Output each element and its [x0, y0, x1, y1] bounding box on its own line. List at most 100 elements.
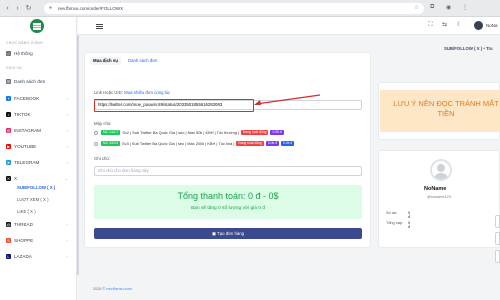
menu-dots-icon[interactable]: ⋮ [462, 4, 468, 11]
chevron-right-icon: › [66, 111, 68, 117]
address-bar[interactable]: ● nev.fbmxu.com/order/FOLLOWX [44, 3, 424, 14]
chevron-right-icon: › [66, 253, 68, 259]
chevron-right-icon: › [66, 127, 68, 133]
server-label: Máy chủ: [94, 121, 112, 126]
server-option-2[interactable]: MC 3/SV3 Sv3 | Sub Twitter Ba Quốc Gia |… [94, 140, 296, 147]
extensions-icon[interactable]: ⧉ [430, 4, 434, 11]
sidebar-item-label: X [14, 175, 18, 181]
back-icon[interactable]: ‹ [4, 5, 11, 12]
shopee-icon: S [6, 237, 11, 243]
sidebar-item-label: FACEBOOK [14, 95, 40, 101]
sidebar: CHỨC NĂNG CHÍNH ⌂ Hệ thống DỊCH VỤ ☰ Dan… [0, 17, 77, 300]
create-order-button[interactable]: ▣ Tạo đơn hàng [94, 228, 362, 239]
sidebar-item-label: TELEGRAM [14, 159, 40, 165]
instagram-icon: ◎ [6, 127, 11, 133]
sidebar-item-x[interactable]: X X ⌄ [6, 174, 72, 182]
footer: 2026 © nev.fbmxu.com [93, 287, 132, 291]
forward-icon[interactable]: › [14, 5, 21, 12]
browser-toolbar: ‹ › ↻ ● nev.fbmxu.com/order/FOLLOWX ☆ ⧉ … [0, 0, 500, 17]
link-label-text: Link Hoặc UID: [94, 90, 123, 95]
note-input[interactable]: Ghi chú cho đơn hàng này [94, 166, 362, 176]
sidebar-item-tiktok[interactable]: ♪ TIKTOK › [6, 110, 72, 118]
user-avatar[interactable] [474, 21, 483, 30]
cart-icon: ☰ [6, 78, 11, 84]
notice-text: LƯU Ý NÊN ĐỌC TRÁNH MẤT TIỀN [393, 99, 499, 118]
chevron-right-icon: › [66, 143, 68, 149]
facebook-icon: f [6, 95, 11, 101]
profile-name: NoName [424, 186, 447, 192]
status-badge: Đang hoạt động [241, 130, 269, 135]
sidebar-item-label: THREAD [14, 221, 33, 227]
tab-order-list[interactable]: Danh sách đơn [128, 57, 157, 65]
annotation-highlight-box [94, 99, 254, 112]
radio-button[interactable] [94, 141, 98, 146]
chevron-right-icon: › [66, 159, 68, 165]
sidebar-item-facebook[interactable]: f FACEBOOK › [6, 94, 72, 102]
bulk-order-link[interactable]: Mua nhiều đơn cùng lúc [124, 90, 170, 95]
threads-icon: @ [6, 221, 11, 227]
dark-mode-icon[interactable]: ☾ [456, 22, 463, 29]
reload-icon[interactable]: ↻ [25, 5, 32, 12]
sidebar-item-label: Danh sách đơn [14, 78, 46, 84]
sidebar-subitem-sub-follow[interactable]: SUB/FOLLOW ( X ) [17, 185, 55, 190]
annotation-arrow [254, 94, 321, 105]
menu-toggle-icon[interactable] [96, 24, 103, 25]
floating-side-tab[interactable] [495, 232, 500, 245]
sidebar-subitem-views[interactable]: LUỢT XEM ( X ) [17, 197, 49, 202]
stat-value: 0 đ [408, 211, 411, 219]
sidebar-subitem-like[interactable]: LIKE ( X ) [17, 209, 36, 214]
floating-side-tab[interactable] [495, 250, 500, 263]
chevron-right-icon: › [66, 221, 68, 227]
url-text: nev.fbmxu.com/order/FOLLOWX [58, 6, 124, 11]
profile-handle: @noname123 [427, 195, 451, 199]
profile-avatar [430, 159, 452, 181]
server-text: Sv2 | Sub Twitter Ba Quốc Gia | seo | Ma… [122, 130, 239, 135]
sidebar-item-thread[interactable]: @ THREAD › [6, 220, 72, 228]
note-label: Ghi chú: [94, 156, 111, 161]
chevron-down-icon: ⌄ [64, 175, 68, 181]
sidebar-item-system[interactable]: ⌂ Hệ thống [6, 49, 72, 57]
server-tag: MC 1/ACT [101, 130, 121, 135]
fullscreen-icon[interactable]: ⛶ [427, 22, 434, 29]
sidebar-section-services: DỊCH VỤ [6, 66, 22, 70]
floating-side-tab[interactable] [495, 215, 500, 228]
bookmark-star-icon[interactable]: ☆ [414, 4, 419, 11]
sidebar-item-label: Hệ thống [14, 50, 33, 56]
radio-button[interactable] [94, 130, 98, 135]
chevron-right-icon: › [66, 95, 68, 101]
price-badge: 0.05 đ [270, 130, 284, 135]
telegram-icon: ➤ [6, 159, 11, 165]
chevron-right-icon: › [66, 237, 68, 243]
sidebar-item-youtube[interactable]: ▶ YOUTUBE › [6, 142, 72, 150]
footer-link[interactable]: nev.fbmxu.com [106, 287, 131, 291]
sidebar-item-order-list[interactable]: ☰ Danh sách đơn [6, 77, 72, 85]
x-logo-icon: X [6, 175, 11, 181]
lazada-icon: L [6, 253, 11, 259]
sidebar-item-shoppe[interactable]: S SHOPPE › [6, 236, 72, 244]
total-summary: Tổng thanh toán: 0 đ - 0$ Bạn sẽ tăng 0 … [94, 185, 362, 219]
stat-value: 0 đ [408, 221, 411, 229]
sidebar-item-telegram[interactable]: ➤ TELEGRAM › [6, 158, 72, 166]
sidebar-scrollbar[interactable] [77, 35, 79, 275]
home-icon: ⌂ [6, 50, 11, 56]
user-name[interactable]: NoNa [486, 23, 498, 28]
sidebar-item-lazada[interactable]: L LAZADA › [6, 252, 72, 260]
top-header: ⛶ ⇆ ☾ NoNa [78, 17, 500, 35]
profile-icon[interactable]: ◉ [446, 4, 451, 11]
logo-icon[interactable] [30, 19, 44, 33]
stat-label: Số dư: [386, 211, 398, 215]
sidebar-item-label: YOUTUBE [14, 143, 37, 149]
server-option-1[interactable]: MC 1/ACT Sv2 | Sub Twitter Ba Quốc Gia |… [94, 129, 286, 136]
sidebar-item-label: INSTAGRAM [14, 127, 41, 133]
sidebar-item-instagram[interactable]: ◎ INSTAGRAM › [6, 126, 72, 134]
translate-icon[interactable]: ⇆ [441, 22, 448, 29]
balance-row: Số dư: 0 đ [386, 211, 410, 219]
tab-buy-service[interactable]: Mua dịch vụ [90, 57, 121, 65]
total-deposit-row: Tổng nạp: 0 đ [386, 221, 410, 229]
sidebar-item-label: LAZADA [14, 253, 32, 259]
server-text: Sv3 | Sub Twitter Ba Quốc Gia | seo | Ma… [122, 141, 235, 146]
total-amount: Tổng thanh toán: 0 đ - 0$ [177, 191, 279, 201]
breadcrumb: SUB/FOLLOW ( X ) • Tra [444, 46, 493, 51]
server-tag: MC 3/SV3 [101, 141, 121, 146]
stat-label: Tổng nạp: [386, 221, 404, 225]
